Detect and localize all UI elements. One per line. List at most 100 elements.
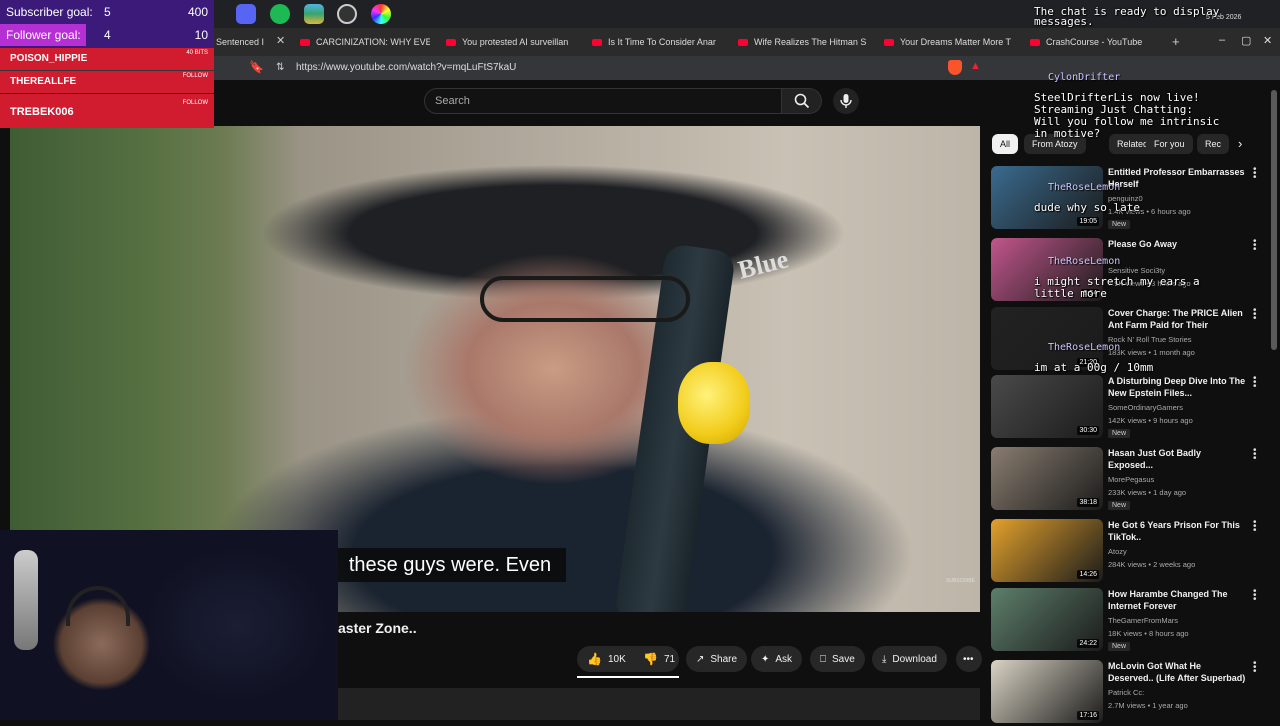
sidebar-scrollbar[interactable] (1271, 90, 1277, 350)
channel-name[interactable]: Rock N' Roll True Stories (1108, 335, 1192, 344)
video-duration: 19:05 (1077, 217, 1099, 226)
channel-name[interactable]: TheGamerFromMars (1108, 616, 1178, 625)
youtube-icon (1030, 38, 1040, 46)
like-button[interactable]: 👍 10K (577, 646, 633, 672)
tab-3[interactable]: You protested AI surveillan (446, 32, 576, 52)
more-vertical-icon[interactable]: • • • (1253, 446, 1257, 464)
recommended-video[interactable]: 19:05 Entitled Professor Embarrasses Her… (991, 165, 1261, 232)
channel-name[interactable]: SomeOrdinaryGamers (1108, 403, 1183, 412)
brave-shield-icon[interactable] (948, 60, 962, 75)
more-actions-button[interactable]: ••• (956, 646, 982, 672)
tab-2[interactable]: CARCINIZATION: WHY EVER (300, 32, 430, 52)
maximize-icon[interactable]: ▢ (1241, 34, 1251, 47)
video-title[interactable]: Cover Charge: The PRICE Alien Ant Farm P… (1108, 307, 1246, 331)
minimize-icon[interactable]: – (1219, 34, 1225, 46)
chevron-right-icon[interactable]: › (1238, 136, 1242, 151)
search-input[interactable]: Search (424, 88, 782, 114)
spotify-icon[interactable] (270, 4, 290, 24)
recommended-video[interactable]: 24:22 How Harambe Changed The Internet F… (991, 587, 1261, 654)
tab-7[interactable]: CrashCourse - YouTube (1030, 32, 1160, 52)
download-button[interactable]: ⤓ Download (872, 646, 947, 672)
video-title[interactable]: Hasan Just Got Badly Exposed... (1108, 447, 1246, 471)
channel-name[interactable]: Atozy (1108, 547, 1127, 556)
video-duration: 30:30 (1077, 426, 1099, 435)
voice-search-button[interactable] (833, 88, 859, 114)
tab-6[interactable]: Your Dreams Matter More T (884, 32, 1014, 52)
video-meta: 142K views • 9 hours ago (1108, 416, 1193, 425)
chat-username: TheRoseLemon (1048, 256, 1121, 267)
streamer-headphones (66, 586, 130, 626)
rewards-icon[interactable]: ▲ (970, 60, 981, 72)
recommended-video[interactable]: 3:54 Please Go Away Sensitive Soci3ty 7.… (991, 237, 1261, 304)
more-horizontal-icon: ••• (963, 653, 974, 665)
video-thumbnail[interactable]: 24:22 (991, 588, 1103, 651)
bookmark-icon[interactable]: 🔖 (249, 60, 264, 74)
recommended-video[interactable]: 14:26 He Got 6 Years Prison For This Tik… (991, 518, 1261, 585)
chip-for-you[interactable]: For you (1146, 134, 1193, 154)
video-thumbnail[interactable]: 14:26 (991, 519, 1103, 582)
save-button[interactable]: ⎕ Save (810, 646, 865, 672)
video-title[interactable]: Please Go Away (1108, 238, 1246, 250)
recommended-video[interactable]: 38:18 Hasan Just Got Badly Exposed... Mo… (991, 446, 1261, 513)
video-meta: 183K views • 1 month ago (1108, 348, 1195, 357)
more-vertical-icon[interactable]: • • • (1253, 518, 1257, 536)
video-thumbnail[interactable]: 19:05 (991, 166, 1103, 229)
subscribe-watermark: SUBSCRIBE (946, 578, 975, 584)
close-window-icon[interactable]: ✕ (1263, 34, 1272, 47)
more-vertical-icon[interactable]: • • • (1253, 237, 1257, 255)
recommended-video[interactable]: 17:16 McLovin Got What He Deserved.. (Li… (991, 659, 1261, 726)
site-settings-icon[interactable]: ⇅ (276, 62, 284, 73)
chat-message: little more (1034, 287, 1107, 300)
youtube-icon (446, 38, 456, 46)
chat-message: im at a 00g / 10mm (1034, 361, 1154, 374)
tab-1[interactable]: Sentenced I (216, 32, 274, 52)
channel-name[interactable]: Sensitive Soci3ty (1108, 266, 1165, 275)
video-subtitle: these guys were. Even (334, 548, 566, 582)
recommended-video[interactable]: 30:30 A Disturbing Deep Dive Into The Ne… (991, 374, 1261, 441)
video-title[interactable]: McLovin Got What He Deserved.. (Life Aft… (1108, 660, 1246, 684)
tab-4[interactable]: Is It Time To Consider Anar (592, 32, 722, 52)
discord-icon[interactable] (236, 4, 256, 24)
youtube-icon (738, 38, 748, 46)
video-title[interactable]: A Disturbing Deep Dive Into The New Epst… (1108, 375, 1246, 399)
chat-message: in motive? (1034, 127, 1101, 140)
dislike-button[interactable]: 👎 71 (633, 646, 679, 672)
tab-5[interactable]: Wife Realizes The Hitman S (738, 32, 868, 52)
video-thumbnail[interactable]: 38:18 (991, 447, 1103, 510)
more-vertical-icon[interactable]: • • • (1253, 306, 1257, 324)
ask-button[interactable]: ✦ Ask (751, 646, 803, 672)
search-button[interactable] (782, 88, 822, 114)
layers-icon[interactable] (304, 4, 324, 24)
video-title[interactable]: Entitled Professor Embarrasses Herself (1108, 166, 1246, 190)
share-button[interactable]: ↗ Share (686, 646, 748, 672)
more-vertical-icon[interactable]: • • • (1253, 659, 1257, 677)
follower-goal: Follower goal: 4 10 (6, 28, 208, 42)
chat-username: TheRoseLemon (1048, 342, 1121, 353)
video-title[interactable]: He Got 6 Years Prison For This TikTok.. (1108, 519, 1246, 543)
streamer-webcam (0, 530, 338, 720)
obs-icon[interactable] (337, 4, 357, 24)
close-tab-icon[interactable]: ✕ (276, 34, 285, 47)
filter-chips: All From Atozy Related For you Rec (992, 134, 1254, 154)
channel-name[interactable]: Patrick Cc: (1108, 688, 1144, 697)
video-title[interactable]: How Harambe Changed The Internet Forever (1108, 588, 1246, 612)
video-meta: 284K views • 2 weeks ago (1108, 560, 1196, 569)
chip-all[interactable]: All (992, 134, 1019, 154)
new-badge: New (1108, 220, 1131, 229)
more-vertical-icon[interactable]: • • • (1253, 165, 1257, 183)
video-thumbnail[interactable]: 30:30 (991, 375, 1103, 438)
alert-follow: TREBEK006 FOLLOW (0, 94, 214, 128)
alert-bits: POISON_HIPPIE 40 BITS (0, 48, 214, 70)
more-vertical-icon[interactable]: • • • (1253, 587, 1257, 605)
video-thumbnail[interactable]: 17:16 (991, 660, 1103, 723)
url-field[interactable]: https://www.youtube.com/watch?v=mqLuFtS7… (268, 56, 908, 80)
alert-follow: THEREALLFE FOLLOW (0, 71, 214, 93)
video-duration: 17:16 (1077, 711, 1099, 720)
chip-recent[interactable]: Rec (1197, 134, 1230, 154)
more-vertical-icon[interactable]: • • • (1253, 374, 1257, 392)
new-tab-icon[interactable]: + (1172, 34, 1180, 49)
description-box[interactable] (338, 688, 980, 720)
color-wheel-icon[interactable] (371, 4, 391, 24)
channel-name[interactable]: MorePegasus (1108, 475, 1154, 484)
subscriber-goal: Subscriber goal: 5 400 (6, 5, 208, 19)
